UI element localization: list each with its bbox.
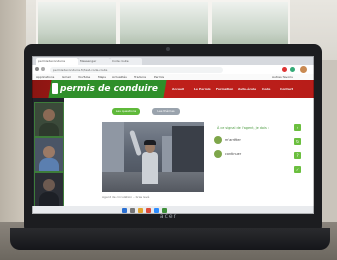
screen-frame bbox=[32, 56, 314, 214]
laptop-base bbox=[10, 228, 330, 250]
laptop-brand: acer bbox=[159, 213, 178, 220]
wall-left bbox=[0, 0, 26, 260]
webcam-icon bbox=[166, 47, 170, 51]
